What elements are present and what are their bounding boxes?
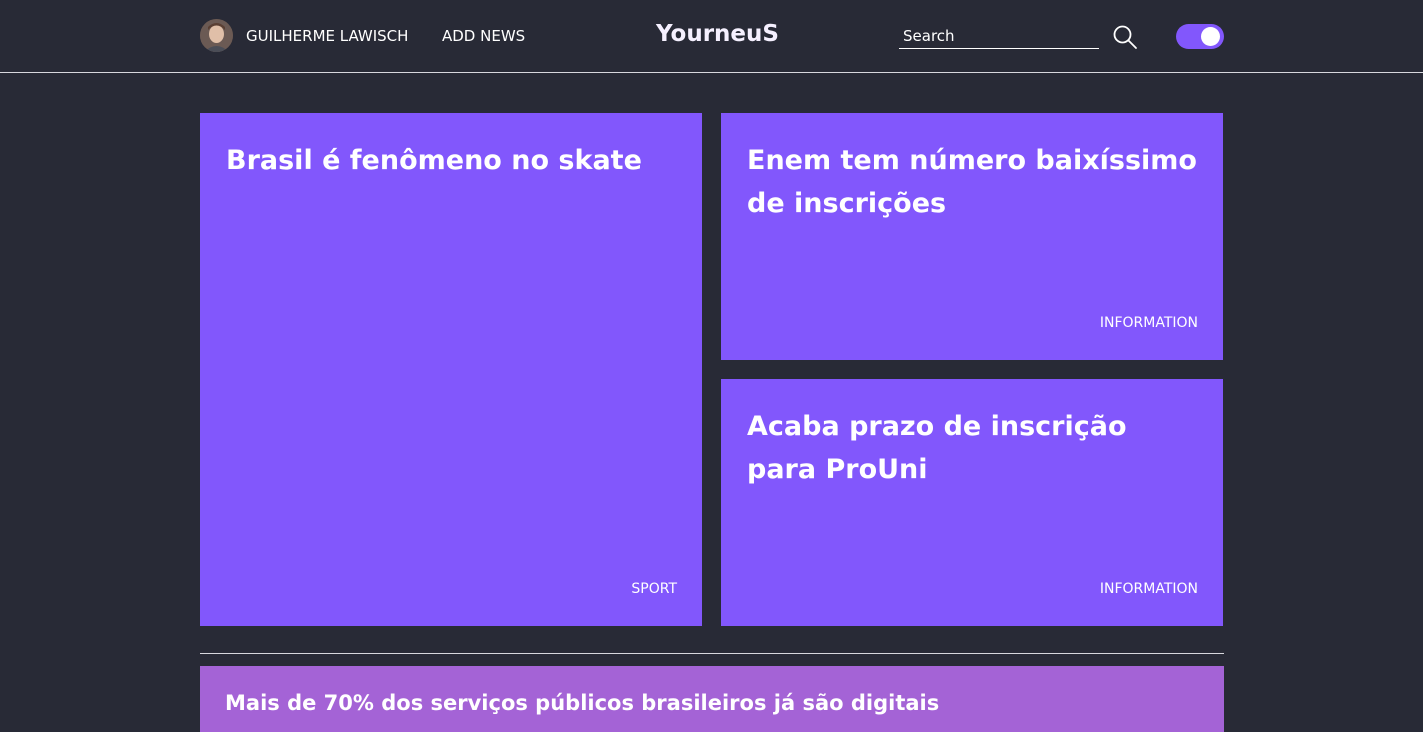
search-button[interactable] <box>1112 24 1138 50</box>
latest-news-title: Mais de 70% dos serviços públicos brasil… <box>225 691 940 715</box>
news-card-prouni[interactable]: Acaba prazo de inscrição para ProUni INF… <box>721 379 1223 626</box>
dark-mode-toggle[interactable] <box>1176 24 1224 49</box>
search-input[interactable] <box>899 24 1099 49</box>
news-card-skate[interactable]: Brasil é fenômeno no skate SPORT <box>200 113 702 626</box>
user-name[interactable]: GUILHERME LAWISCH <box>246 27 408 45</box>
news-card-title: Brasil é fenômeno no skate <box>226 145 642 176</box>
latest-news-item[interactable]: Mais de 70% dos serviços públicos brasil… <box>200 666 1224 732</box>
news-card-enem[interactable]: Enem tem número baixíssimo de inscrições… <box>721 113 1223 360</box>
section-divider <box>200 653 1224 654</box>
news-card-title: Acaba prazo de inscrição para ProUni <box>747 411 1127 485</box>
avatar-portrait-icon <box>200 19 233 52</box>
add-news-link[interactable]: ADD NEWS <box>442 27 525 45</box>
news-card-tag: INFORMATION <box>1099 581 1198 597</box>
user-avatar[interactable] <box>200 19 233 52</box>
site-logo[interactable]: YourneuS <box>656 21 779 47</box>
top-navbar: GUILHERME LAWISCH ADD NEWS YourneuS <box>0 0 1423 73</box>
search-icon <box>1113 25 1137 49</box>
news-card-tag: SPORT <box>631 581 677 597</box>
news-card-title: Enem tem número baixíssimo de inscrições <box>747 145 1197 219</box>
toggle-knob <box>1201 27 1220 46</box>
news-card-tag: INFORMATION <box>1099 315 1198 331</box>
